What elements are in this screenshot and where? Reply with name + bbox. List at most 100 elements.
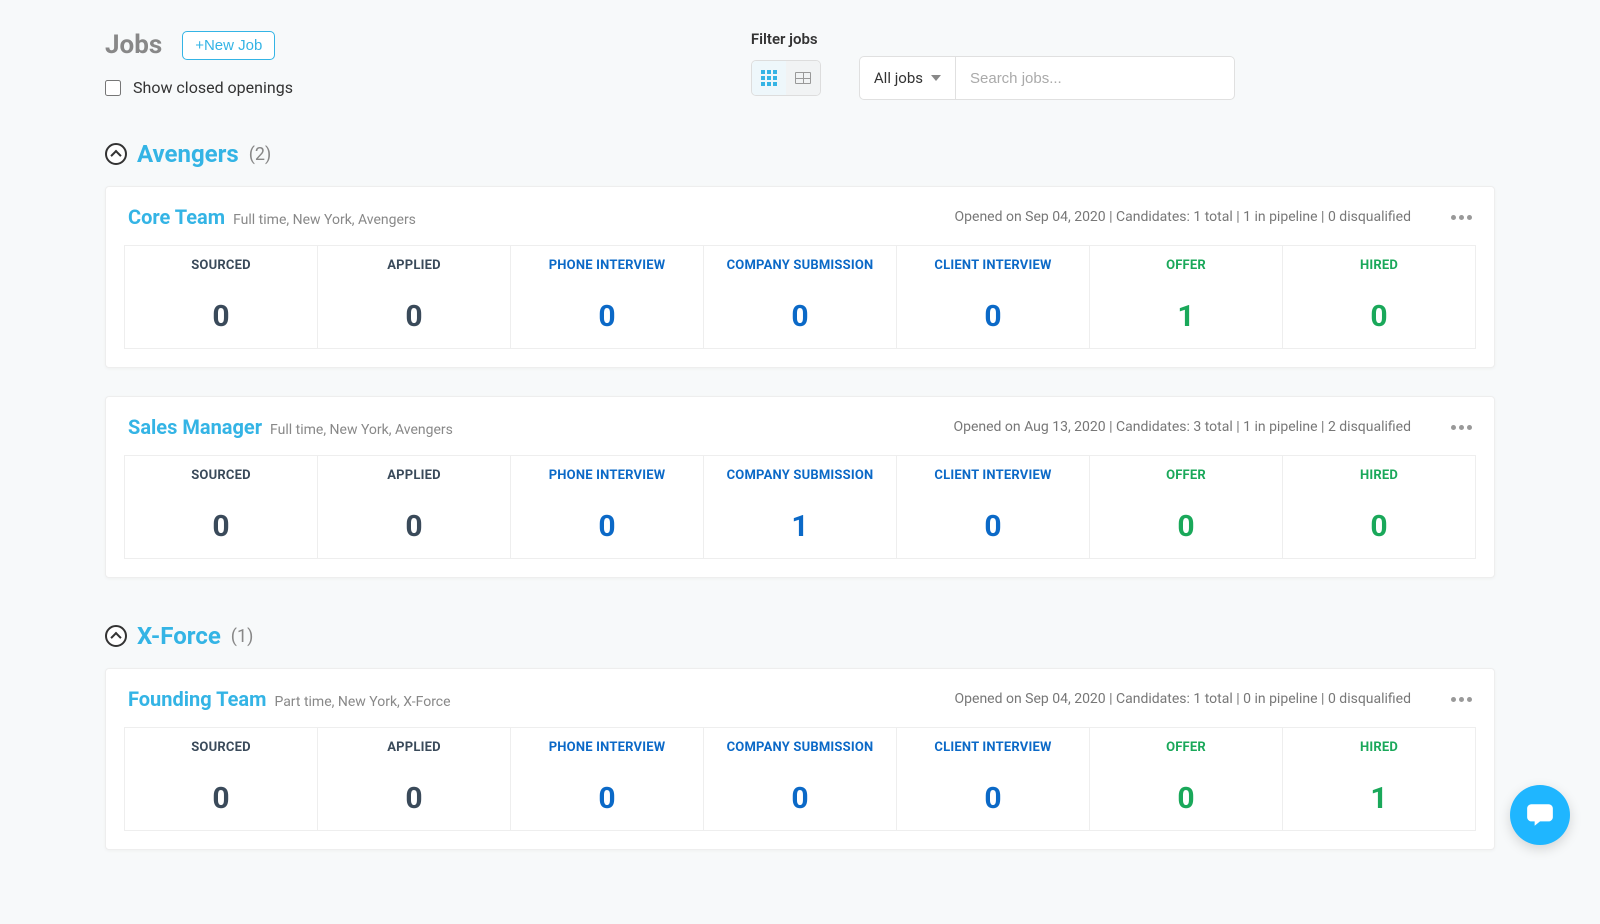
stage-count: 0 [125, 299, 317, 334]
job-title-link[interactable]: Core Team [128, 205, 225, 229]
stage-count: 0 [511, 299, 703, 334]
stage-cell[interactable]: CLIENT INTERVIEW 0 [897, 728, 1090, 830]
more-menu-button[interactable] [1451, 425, 1472, 430]
new-job-button[interactable]: +New Job [182, 31, 275, 60]
stage-count: 0 [511, 509, 703, 544]
stage-label: SOURCED [125, 740, 317, 755]
stage-label: OFFER [1090, 740, 1282, 755]
job-meta: Opened on Sep 04, 2020 | Candidates: 1 t… [955, 209, 1411, 225]
grid-view-button[interactable] [752, 61, 786, 95]
caret-down-icon [931, 75, 941, 81]
table-icon [795, 72, 811, 84]
stage-label: OFFER [1090, 468, 1282, 483]
show-closed-row: Show closed openings [105, 78, 293, 97]
more-menu-button[interactable] [1451, 697, 1472, 702]
stage-cell[interactable]: PHONE INTERVIEW 0 [511, 246, 704, 348]
stage-label: APPLIED [318, 468, 510, 483]
stage-row: SOURCED0APPLIED0PHONE INTERVIEW0COMPANY … [124, 727, 1476, 831]
job-meta-wrap: Opened on Sep 04, 2020 | Candidates: 1 t… [955, 691, 1472, 707]
stage-cell[interactable]: APPLIED 0 [318, 246, 511, 348]
stage-cell[interactable]: CLIENT INTERVIEW 0 [897, 246, 1090, 348]
stage-cell[interactable]: HIRED0 [1283, 456, 1475, 558]
job-title-link[interactable]: Sales Manager [128, 415, 262, 439]
job-meta: Opened on Sep 04, 2020 | Candidates: 1 t… [955, 691, 1411, 707]
stage-label: HIRED [1283, 258, 1475, 273]
job-meta-wrap: Opened on Sep 04, 2020 | Candidates: 1 t… [955, 209, 1472, 225]
collapse-button[interactable] [105, 143, 127, 165]
stage-cell[interactable]: HIRED0 [1283, 246, 1475, 348]
show-closed-label[interactable]: Show closed openings [133, 78, 293, 97]
stage-label: APPLIED [318, 258, 510, 273]
stage-cell[interactable]: COMPANY SUBMISSION1 [704, 456, 897, 558]
stage-cell[interactable]: SOURCED0 [125, 246, 318, 348]
stage-cell[interactable]: SOURCED0 [125, 456, 318, 558]
stage-cell[interactable]: OFFER 1 [1090, 246, 1283, 348]
stage-cell[interactable]: OFFER 0 [1090, 728, 1283, 830]
job-subtitle: Part time, New York, X-Force [274, 694, 450, 710]
stage-count: 0 [318, 299, 510, 334]
stage-cell[interactable]: CLIENT INTERVIEW0 [897, 456, 1090, 558]
job-meta-wrap: Opened on Aug 13, 2020 | Candidates: 3 t… [953, 419, 1472, 435]
stage-count: 0 [897, 509, 1089, 544]
group-count: (1) [231, 626, 254, 647]
stage-cell[interactable]: COMPANY SUBMISSION0 [704, 728, 897, 830]
stage-cell[interactable]: OFFER0 [1090, 456, 1283, 558]
job-card-header: Core Team Full time, New York, Avengers Op… [124, 205, 1476, 229]
stage-cell[interactable]: HIRED1 [1283, 728, 1475, 830]
stage-row: SOURCED0APPLIED0PHONE INTERVIEW0COMPANY … [124, 455, 1476, 559]
job-title-link[interactable]: Founding Team [128, 687, 266, 711]
job-card: Core Team Full time, New York, Avengers Op… [105, 186, 1495, 368]
job-subtitle: Full time, New York, Avengers [233, 212, 416, 228]
stage-count: 0 [897, 781, 1089, 816]
stage-cell[interactable]: COMPANY SUBMISSION0 [704, 246, 897, 348]
page-header: Jobs +New Job Show closed openings Filte… [105, 30, 1495, 100]
group-block: Avengers (2) Core Team Full time, New York,… [105, 140, 1495, 578]
group-name[interactable]: X-Force [137, 622, 221, 650]
table-view-button[interactable] [786, 61, 820, 95]
view-toggle [751, 60, 821, 96]
stage-count: 0 [318, 509, 510, 544]
stage-label: COMPANY SUBMISSION [704, 258, 896, 273]
stage-count: 0 [125, 781, 317, 816]
stage-label: OFFER [1090, 258, 1282, 273]
filter-label: Filter jobs [751, 30, 1235, 48]
group-block: X-Force (1) Founding Team Part time, New Yo… [105, 622, 1495, 850]
stage-cell[interactable]: PHONE INTERVIEW0 [511, 728, 704, 830]
groups-container: Avengers (2) Core Team Full time, New York,… [105, 140, 1495, 850]
filter-pair: All jobs [859, 56, 1235, 100]
stage-label: CLIENT INTERVIEW [897, 740, 1089, 755]
group-name[interactable]: Avengers [137, 140, 239, 168]
chat-icon [1525, 800, 1555, 830]
stage-count: 0 [318, 781, 510, 816]
stage-count: 1 [1090, 299, 1282, 334]
more-menu-button[interactable] [1451, 215, 1472, 220]
stage-count: 0 [511, 781, 703, 816]
grid-icon [761, 70, 777, 86]
job-card-header: Founding Team Part time, New York, X-Forc… [124, 687, 1476, 711]
group-count: (2) [249, 144, 272, 165]
filter-select-value: All jobs [874, 69, 923, 87]
stage-cell[interactable]: SOURCED 0 [125, 728, 318, 830]
stage-cell[interactable]: APPLIED0 [318, 728, 511, 830]
job-title-wrap: Founding Team Part time, New York, X-Forc… [128, 687, 451, 711]
group-header: Avengers (2) [105, 140, 1495, 168]
stage-label: SOURCED [125, 468, 317, 483]
page-title: Jobs [105, 30, 162, 60]
search-input[interactable] [955, 56, 1235, 100]
stage-label: PHONE INTERVIEW [511, 258, 703, 273]
stage-cell[interactable]: APPLIED 0 [318, 456, 511, 558]
stage-count: 1 [704, 509, 896, 544]
stage-count: 0 [897, 299, 1089, 334]
stage-count: 1 [1283, 781, 1475, 816]
filter-controls: All jobs [751, 56, 1235, 100]
collapse-button[interactable] [105, 625, 127, 647]
chat-widget-button[interactable] [1510, 785, 1570, 845]
stage-count: 0 [1090, 781, 1282, 816]
stage-label: CLIENT INTERVIEW [897, 258, 1089, 273]
job-title-wrap: Core Team Full time, New York, Avengers [128, 205, 416, 229]
show-closed-checkbox[interactable] [105, 80, 121, 96]
group-header: X-Force (1) [105, 622, 1495, 650]
filter-select[interactable]: All jobs [859, 56, 955, 100]
job-card: Sales ManagerFull time, New York, Avenge… [105, 396, 1495, 578]
stage-cell[interactable]: PHONE INTERVIEW0 [511, 456, 704, 558]
